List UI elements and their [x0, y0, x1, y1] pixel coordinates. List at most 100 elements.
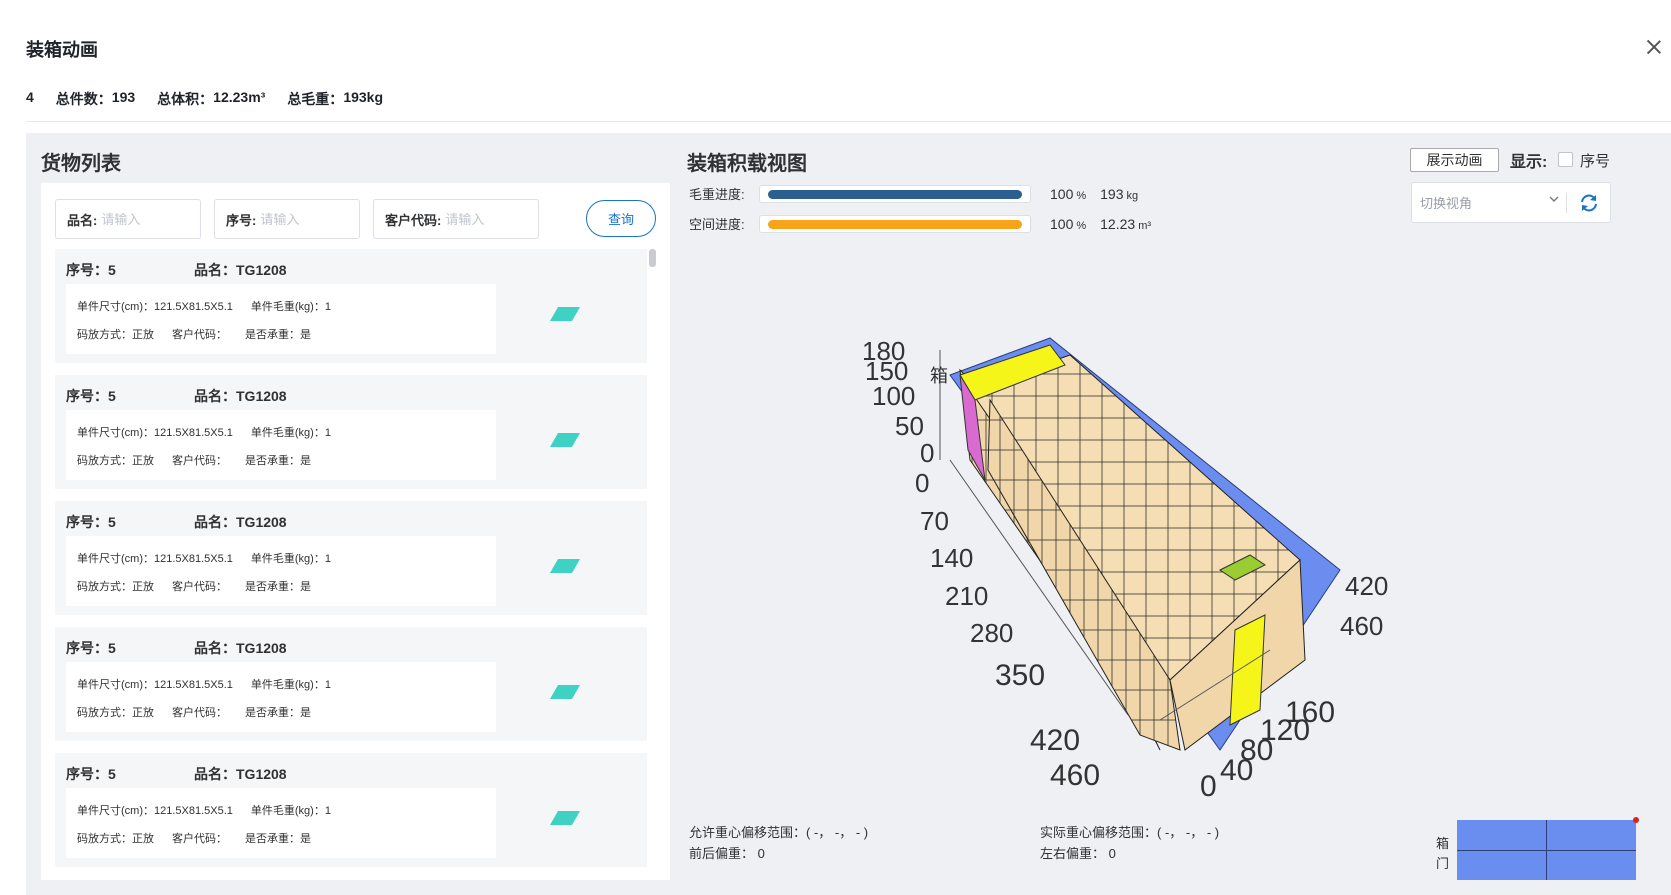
item-weight: 单件毛重(kg)：1: [250, 301, 331, 313]
list-item[interactable]: 序号：5 品名：TG1208 单件尺寸(cm)：121.5X81.5X5.1 单件…: [55, 753, 647, 867]
item-customer: 客户代码：: [172, 329, 227, 341]
weight-unit: kg: [1126, 189, 1139, 202]
refresh-icon[interactable]: [1578, 192, 1600, 214]
filter-seq[interactable]: 序号:: [214, 199, 360, 239]
space-percent-value: 100: [1050, 215, 1074, 232]
close-icon[interactable]: [1643, 36, 1665, 58]
center-of-gravity-map: [1457, 817, 1639, 880]
seq-checkbox-label[interactable]: 序号: [1580, 150, 1610, 171]
item-details: 单件尺寸(cm)：121.5X81.5X5.1 单件毛重(kg)：1 码放方式：正…: [66, 662, 496, 732]
item-size: 单件尺寸(cm)：121.5X81.5X5.1: [77, 805, 233, 817]
container-3d-view[interactable]: 180 150 100 50 0 箱 0 70 140 210 280 350 …: [860, 330, 1420, 800]
total-volume-label: 总体积：: [157, 91, 214, 107]
door-label-1: 箱: [1436, 836, 1450, 851]
divider: [1566, 193, 1567, 213]
width-tick: 0: [1200, 770, 1217, 800]
item-seq: 序号：5: [66, 766, 116, 782]
item-details: 单件尺寸(cm)：121.5X81.5X5.1 单件毛重(kg)：1 码放方式：正…: [66, 788, 496, 858]
space-percent-unit: %: [1076, 219, 1087, 232]
length-tick: 420: [1030, 724, 1080, 757]
filter-customer[interactable]: 客户代码:: [373, 199, 539, 239]
show-animation-button[interactable]: 展示动画: [1410, 148, 1499, 172]
list-item[interactable]: 序号：5 品名：TG1208 单件尺寸(cm)：121.5X81.5X5.1 单件…: [55, 501, 647, 615]
item-weight: 单件毛重(kg)：1: [250, 805, 331, 817]
length-tick: 70: [920, 506, 949, 536]
cargo-box-icon: [550, 307, 580, 321]
item-head: 序号：5 品名：TG1208: [66, 386, 287, 406]
height-tick: 0: [920, 438, 934, 468]
item-weight: 单件毛重(kg)：1: [250, 679, 331, 691]
weight-progress-value: 193 kg: [1100, 186, 1138, 202]
weight-progress-percent: 100%: [1050, 186, 1086, 202]
cog-marker: [1633, 817, 1639, 823]
width-tick: 40: [1220, 754, 1253, 787]
scrollbar-thumb[interactable]: [649, 249, 656, 267]
name-input[interactable]: [101, 211, 200, 227]
space-progress-percent: 100%: [1050, 216, 1086, 232]
item-seq: 序号：5: [66, 388, 116, 404]
total-weight-label: 总毛重：: [287, 91, 344, 107]
query-button[interactable]: 查询: [586, 200, 656, 237]
space-unit: m³: [1138, 219, 1152, 232]
item-load-bearing: 是否承重：是: [245, 581, 311, 593]
item-weight: 单件毛重(kg)：1: [250, 427, 331, 439]
weight-progress: 毛重进度: 100% 193 kg: [689, 184, 1138, 203]
seq-checkbox[interactable]: [1558, 152, 1573, 167]
item-stacking: 码放方式：正放: [77, 833, 154, 845]
cargo-box-icon: [550, 811, 580, 825]
item-seq: 序号：5: [66, 514, 116, 530]
item-head: 序号：5 品名：TG1208: [66, 638, 287, 658]
item-head: 序号：5 品名：TG1208: [66, 512, 287, 532]
length-tick: 140: [930, 543, 973, 573]
list-item[interactable]: 序号：5 品名：TG1208 单件尺寸(cm)：121.5X81.5X5.1 单件…: [55, 249, 647, 363]
filter-name-label: 品名:: [67, 212, 98, 228]
divider: [26, 121, 1671, 122]
item-details: 单件尺寸(cm)：121.5X81.5X5.1 单件毛重(kg)：1 码放方式：正…: [66, 410, 496, 480]
total-count-value: 193: [111, 89, 136, 105]
summary-bar: 4 总件数： 193 总体积： 12.23m³ 总毛重： 193kg: [26, 89, 383, 109]
view-select-placeholder: 切换视角: [1420, 196, 1473, 211]
view-select[interactable]: 切换视角: [1420, 193, 1560, 212]
length-tick: 210: [945, 581, 988, 611]
dialog-title: 装箱动画: [26, 40, 98, 60]
list-item[interactable]: 序号：5 品名：TG1208 单件尺寸(cm)：121.5X81.5X5.1 单件…: [55, 627, 647, 741]
item-weight: 单件毛重(kg)：1: [250, 553, 331, 565]
scrollbar[interactable]: [649, 249, 657, 871]
left-right-bias: 左右偏重： 0: [1040, 846, 1116, 861]
item-load-bearing: 是否承重：是: [245, 833, 311, 845]
item-stacking: 码放方式：正放: [77, 455, 154, 467]
summary-index: 4: [26, 89, 34, 105]
length-tick: 350: [995, 659, 1045, 692]
packing-animation-dialog: 装箱动画 4 总件数： 193 总体积： 12.23m³ 总毛重： 193kg …: [0, 0, 1671, 895]
item-size: 单件尺寸(cm)：121.5X81.5X5.1: [77, 427, 233, 439]
loading-view-title: 装箱积载视图: [687, 153, 807, 175]
item-details: 单件尺寸(cm)：121.5X81.5X5.1 单件毛重(kg)：1 码放方式：正…: [66, 536, 496, 606]
item-name: 品名：TG1208: [194, 262, 287, 278]
cargo-box-icon: [550, 433, 580, 447]
total-count-label: 总件数：: [55, 91, 112, 107]
item-name: 品名：TG1208: [194, 640, 287, 656]
list-item[interactable]: 序号：5 品名：TG1208 单件尺寸(cm)：121.5X81.5X5.1 单件…: [55, 375, 647, 489]
item-customer: 客户代码：: [172, 833, 227, 845]
item-details: 单件尺寸(cm)：121.5X81.5X5.1 单件毛重(kg)：1 码放方式：正…: [66, 284, 496, 354]
space-value: 12.23: [1100, 215, 1136, 232]
height-tick: 50: [895, 411, 924, 441]
item-size: 单件尺寸(cm)：121.5X81.5X5.1: [77, 553, 233, 565]
customer-code-input[interactable]: [445, 211, 538, 227]
item-seq: 序号：5: [66, 640, 116, 656]
filter-name[interactable]: 品名:: [55, 199, 201, 239]
front-back-bias: 前后偏重： 0: [689, 846, 765, 861]
item-stacking: 码放方式：正放: [77, 329, 154, 341]
cargo-box-icon: [550, 559, 580, 573]
cargo-list[interactable]: 序号：5 品名：TG1208 单件尺寸(cm)：121.5X81.5X5.1 单件…: [55, 249, 647, 871]
cog-vertical-line: [1546, 820, 1547, 880]
weight-progress-fill: [768, 189, 1022, 199]
cargo-list-panel: 品名: 序号: 客户代码: 查询 序号：5 品名：TG1208 单件尺寸(cm)…: [41, 183, 670, 880]
door-label-2: 门: [1436, 856, 1450, 871]
seq-input[interactable]: [260, 211, 359, 227]
item-head: 序号：5 品名：TG1208: [66, 764, 287, 784]
length-tick: 0: [915, 468, 929, 498]
weight-progress-label: 毛重进度:: [689, 187, 745, 202]
length-tick: 460: [1050, 759, 1100, 792]
item-name: 品名：TG1208: [194, 766, 287, 782]
